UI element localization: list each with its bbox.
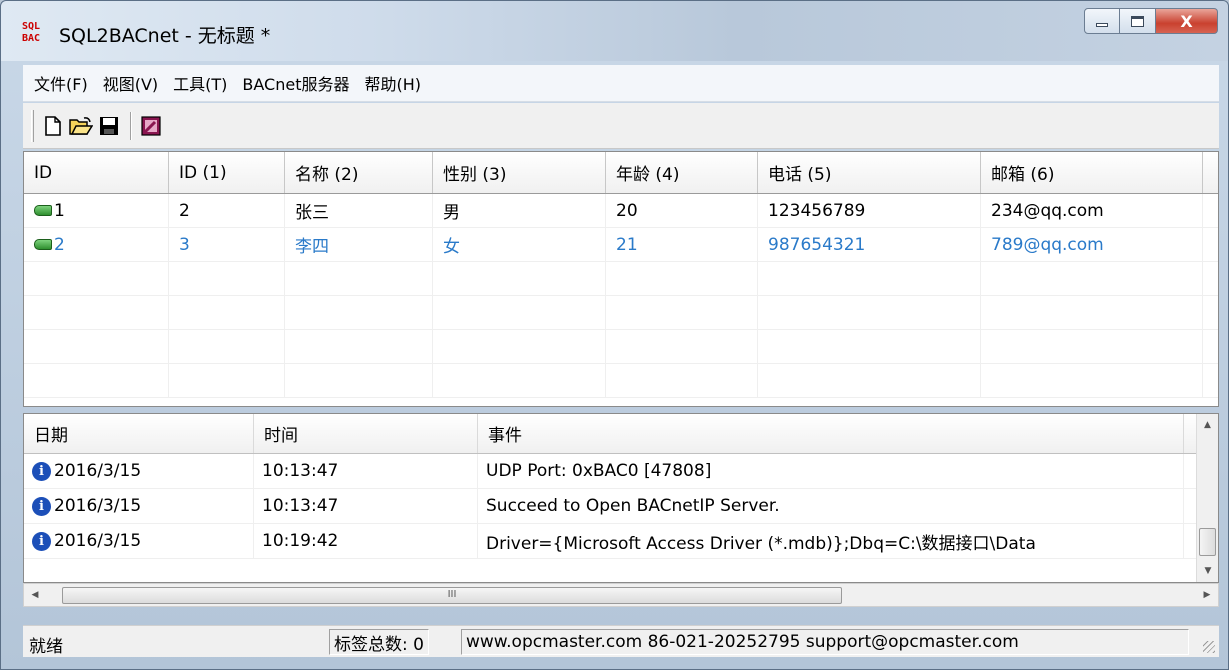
status-contact-info: www.opcmaster.com 86-021-20252795 suppor… [461, 629, 1189, 655]
grid-cell-id: 1 [24, 194, 169, 227]
app-icon: SQL BAC [22, 21, 41, 44]
toolbar-separator [130, 111, 132, 140]
log-column-header[interactable]: 事件 [478, 414, 1184, 453]
table-row[interactable]: 1 2 张三 男 20 123456789 234@qq.com [24, 194, 1218, 228]
log-vertical-scrollbar[interactable]: ▲ ▼ [1196, 414, 1218, 582]
log-header: 日期 时间 事件 [24, 414, 1218, 454]
grid-cell: 1 [54, 200, 65, 221]
close-button[interactable]: X [1156, 8, 1218, 34]
grid-cell: 987654321 [758, 228, 981, 261]
log-column-header[interactable]: 时间 [254, 414, 478, 453]
empty-row [24, 296, 1218, 330]
info-icon: i [32, 496, 51, 516]
scroll-down-icon[interactable]: ▼ [1197, 560, 1218, 582]
empty-row [24, 364, 1218, 398]
grid-cell-id: 2 [24, 228, 169, 261]
main-window: SQL BAC SQL2BACnet - 无标题 * X 文件(F) 视图(V)… [0, 0, 1229, 670]
event-log: 日期 时间 事件 i 2016/3/15 10:13:47 UDP Port: 0… [23, 413, 1219, 583]
scroll-thumb[interactable]: III [62, 587, 842, 604]
scroll-thumb[interactable] [1199, 528, 1216, 556]
maximize-icon [1131, 15, 1144, 27]
log-cell-date: i 2016/3/15 [24, 454, 254, 488]
window-title: SQL2BACnet - 无标题 * [59, 25, 271, 47]
scroll-left-icon[interactable]: ◀ [24, 584, 46, 606]
log-cell: Driver={Microsoft Access Driver (*.mdb)}… [478, 524, 1184, 558]
menu-bar: 文件(F) 视图(V) 工具(T) BACnet服务器 帮助(H) [23, 65, 1219, 102]
log-cell: 2016/3/15 [54, 496, 142, 516]
log-column-header[interactable]: 日期 [24, 414, 254, 453]
title-bar[interactable]: SQL BAC SQL2BACnet - 无标题 * X [1, 1, 1228, 61]
save-button[interactable] [96, 113, 122, 139]
table-row[interactable]: 2 3 李四 女 21 987654321 789@qq.com [24, 228, 1218, 262]
menu-help[interactable]: 帮助(H) [364, 71, 421, 95]
log-cell-date: i 2016/3/15 [24, 489, 254, 523]
scroll-up-icon[interactable]: ▲ [1197, 414, 1218, 436]
grid-cell: 男 [433, 194, 606, 227]
menu-bacnet-server[interactable]: BACnet服务器 [242, 71, 349, 95]
grid-cell: 女 [433, 228, 606, 261]
grid-cell: 789@qq.com [981, 228, 1203, 261]
grid-cell: 20 [606, 194, 758, 227]
tag-grid: ID ID (1) 名称 (2) 性别 (3) 年龄 (4) 电话 (5) 邮箱… [23, 151, 1219, 407]
grid-cell: 2 [169, 194, 285, 227]
info-icon: i [32, 531, 51, 551]
log-cell: 2016/3/15 [54, 531, 142, 551]
grid-column-header[interactable]: 年龄 (4) [606, 152, 758, 193]
info-icon: i [32, 461, 51, 481]
grid-cell: 123456789 [758, 194, 981, 227]
new-file-icon [45, 115, 61, 136]
log-cell: UDP Port: 0xBAC0 [47808] [478, 454, 1184, 488]
edit-tags-button[interactable] [138, 113, 164, 139]
grid-cell: 张三 [285, 194, 433, 227]
grid-cell: 2 [54, 234, 65, 255]
grid-column-header[interactable]: 电话 (5) [758, 152, 981, 193]
grid-cell: 李四 [285, 228, 433, 261]
minimize-button[interactable] [1084, 8, 1120, 34]
log-cell: 10:19:42 [254, 524, 478, 558]
status-bar: 就绪 标签总数: 0 www.opcmaster.com 86-021-2025… [23, 625, 1219, 657]
grid-column-header[interactable]: 名称 (2) [285, 152, 433, 193]
resize-grip-icon[interactable] [1203, 641, 1215, 653]
scroll-right-icon[interactable]: ▶ [1196, 584, 1218, 606]
minimize-icon [1096, 23, 1108, 27]
tag-icon [34, 205, 52, 216]
log-cell-date: i 2016/3/15 [24, 524, 254, 558]
toolbar [23, 103, 1219, 149]
menu-view[interactable]: 视图(V) [103, 71, 158, 95]
log-row[interactable]: i 2016/3/15 10:13:47 UDP Port: 0xBAC0 [47… [24, 454, 1218, 489]
log-row[interactable]: i 2016/3/15 10:19:42 Driver={Microsoft Ac… [24, 524, 1218, 559]
empty-row [24, 262, 1218, 296]
log-row[interactable]: i 2016/3/15 10:13:47 Succeed to Open BACn… [24, 489, 1218, 524]
grid-cell: 3 [169, 228, 285, 261]
save-disk-icon [100, 116, 118, 135]
edit-tags-icon [141, 115, 161, 136]
menu-tools[interactable]: 工具(T) [173, 71, 227, 95]
status-tag-count: 标签总数: 0 [329, 629, 429, 655]
grid-cell: 21 [606, 228, 758, 261]
grid-column-header[interactable]: ID [24, 152, 169, 193]
grid-column-header[interactable]: 性别 (3) [433, 152, 606, 193]
menu-file[interactable]: 文件(F) [34, 71, 88, 95]
log-cell: 2016/3/15 [54, 461, 142, 481]
maximize-button[interactable] [1120, 8, 1156, 34]
tag-icon [34, 239, 52, 250]
grid-header: ID ID (1) 名称 (2) 性别 (3) 年龄 (4) 电话 (5) 邮箱… [24, 152, 1218, 194]
open-folder-icon [69, 116, 93, 135]
new-button[interactable] [40, 113, 66, 139]
toolbar-grip[interactable] [31, 109, 34, 142]
log-cell: 10:13:47 [254, 454, 478, 488]
grid-cell: 234@qq.com [981, 194, 1203, 227]
status-ready: 就绪 [29, 637, 63, 657]
log-cell: 10:13:47 [254, 489, 478, 523]
open-button[interactable] [68, 113, 94, 139]
grid-column-header[interactable]: ID (1) [169, 152, 285, 193]
log-horizontal-scrollbar[interactable]: ◀ III ▶ [23, 583, 1219, 607]
empty-row [24, 330, 1218, 364]
log-cell: Succeed to Open BACnetIP Server. [478, 489, 1184, 523]
window-controls: X [1084, 8, 1218, 34]
grid-column-header[interactable]: 邮箱 (6) [981, 152, 1203, 193]
